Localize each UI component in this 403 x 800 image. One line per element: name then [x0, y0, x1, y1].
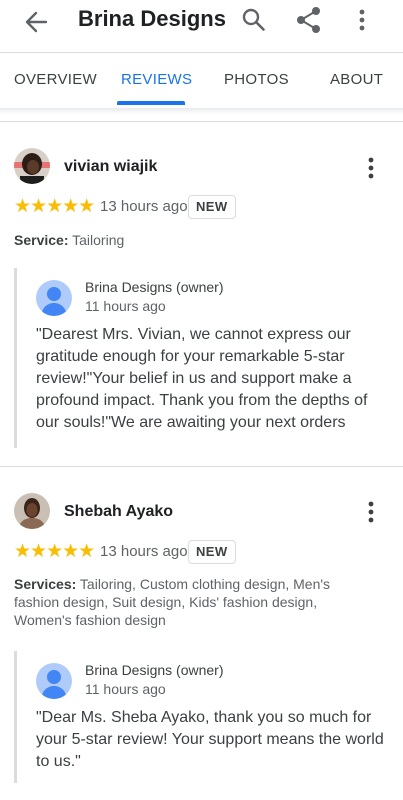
review-time: 13 hours ago — [100, 198, 188, 215]
more-vert-icon[interactable] — [361, 155, 381, 181]
owner-reply: Brina Designs (owner) 11 hours ago "Dear… — [14, 651, 394, 783]
service-label: Service: — [14, 232, 69, 248]
service-label: Services: — [14, 576, 77, 592]
review-time: 13 hours ago — [100, 543, 188, 560]
owner-name: Brina Designs (owner) — [85, 662, 224, 678]
reply-time: 11 hours ago — [85, 298, 166, 314]
reply-text: "Dear Ms. Sheba Ayako, thank you so much… — [36, 709, 384, 770]
active-tab-indicator — [117, 101, 185, 105]
divider — [0, 121, 403, 122]
owner-avatar — [36, 280, 72, 316]
service-value: Tailoring — [72, 232, 125, 248]
tab-bar: OVERVIEW REVIEWS PHOTOS ABOUT — [0, 53, 403, 109]
tab-photos[interactable]: PHOTOS — [224, 71, 289, 88]
more-vert-icon[interactable] — [350, 6, 374, 34]
tab-reviews[interactable]: REVIEWS — [121, 71, 192, 88]
app-bar: Brina Designs — [0, 0, 403, 44]
service-line: Service: Tailoring — [14, 231, 374, 249]
tabs-shadow — [0, 108, 403, 114]
star-rating: ★★★★★ — [14, 541, 95, 562]
tab-about[interactable]: ABOUT — [330, 71, 383, 88]
new-badge: NEW — [188, 540, 236, 564]
divider — [0, 466, 403, 467]
reply-time: 11 hours ago — [85, 681, 166, 697]
reply-text: "Dearest Mrs. Vivian, we cannot express … — [36, 326, 368, 431]
page-title: Brina Designs — [78, 6, 226, 31]
search-icon[interactable] — [240, 6, 268, 34]
tab-overview[interactable]: OVERVIEW — [14, 71, 97, 88]
service-line: Services: Tailoring, Custom clothing des… — [14, 575, 374, 629]
reviewer-name[interactable]: Shebah Ayako — [64, 503, 173, 521]
owner-name: Brina Designs (owner) — [85, 279, 224, 295]
avatar[interactable] — [14, 493, 50, 529]
share-icon[interactable] — [295, 6, 323, 34]
reviewer-name[interactable]: vivian wiajik — [64, 158, 157, 176]
star-rating: ★★★★★ — [14, 196, 95, 217]
avatar[interactable] — [14, 148, 50, 184]
more-vert-icon[interactable] — [361, 499, 381, 525]
new-badge: NEW — [188, 195, 236, 219]
owner-reply: Brina Designs (owner) 11 hours ago "Dear… — [14, 268, 394, 448]
owner-avatar — [36, 663, 72, 699]
back-arrow-icon[interactable] — [22, 8, 52, 36]
